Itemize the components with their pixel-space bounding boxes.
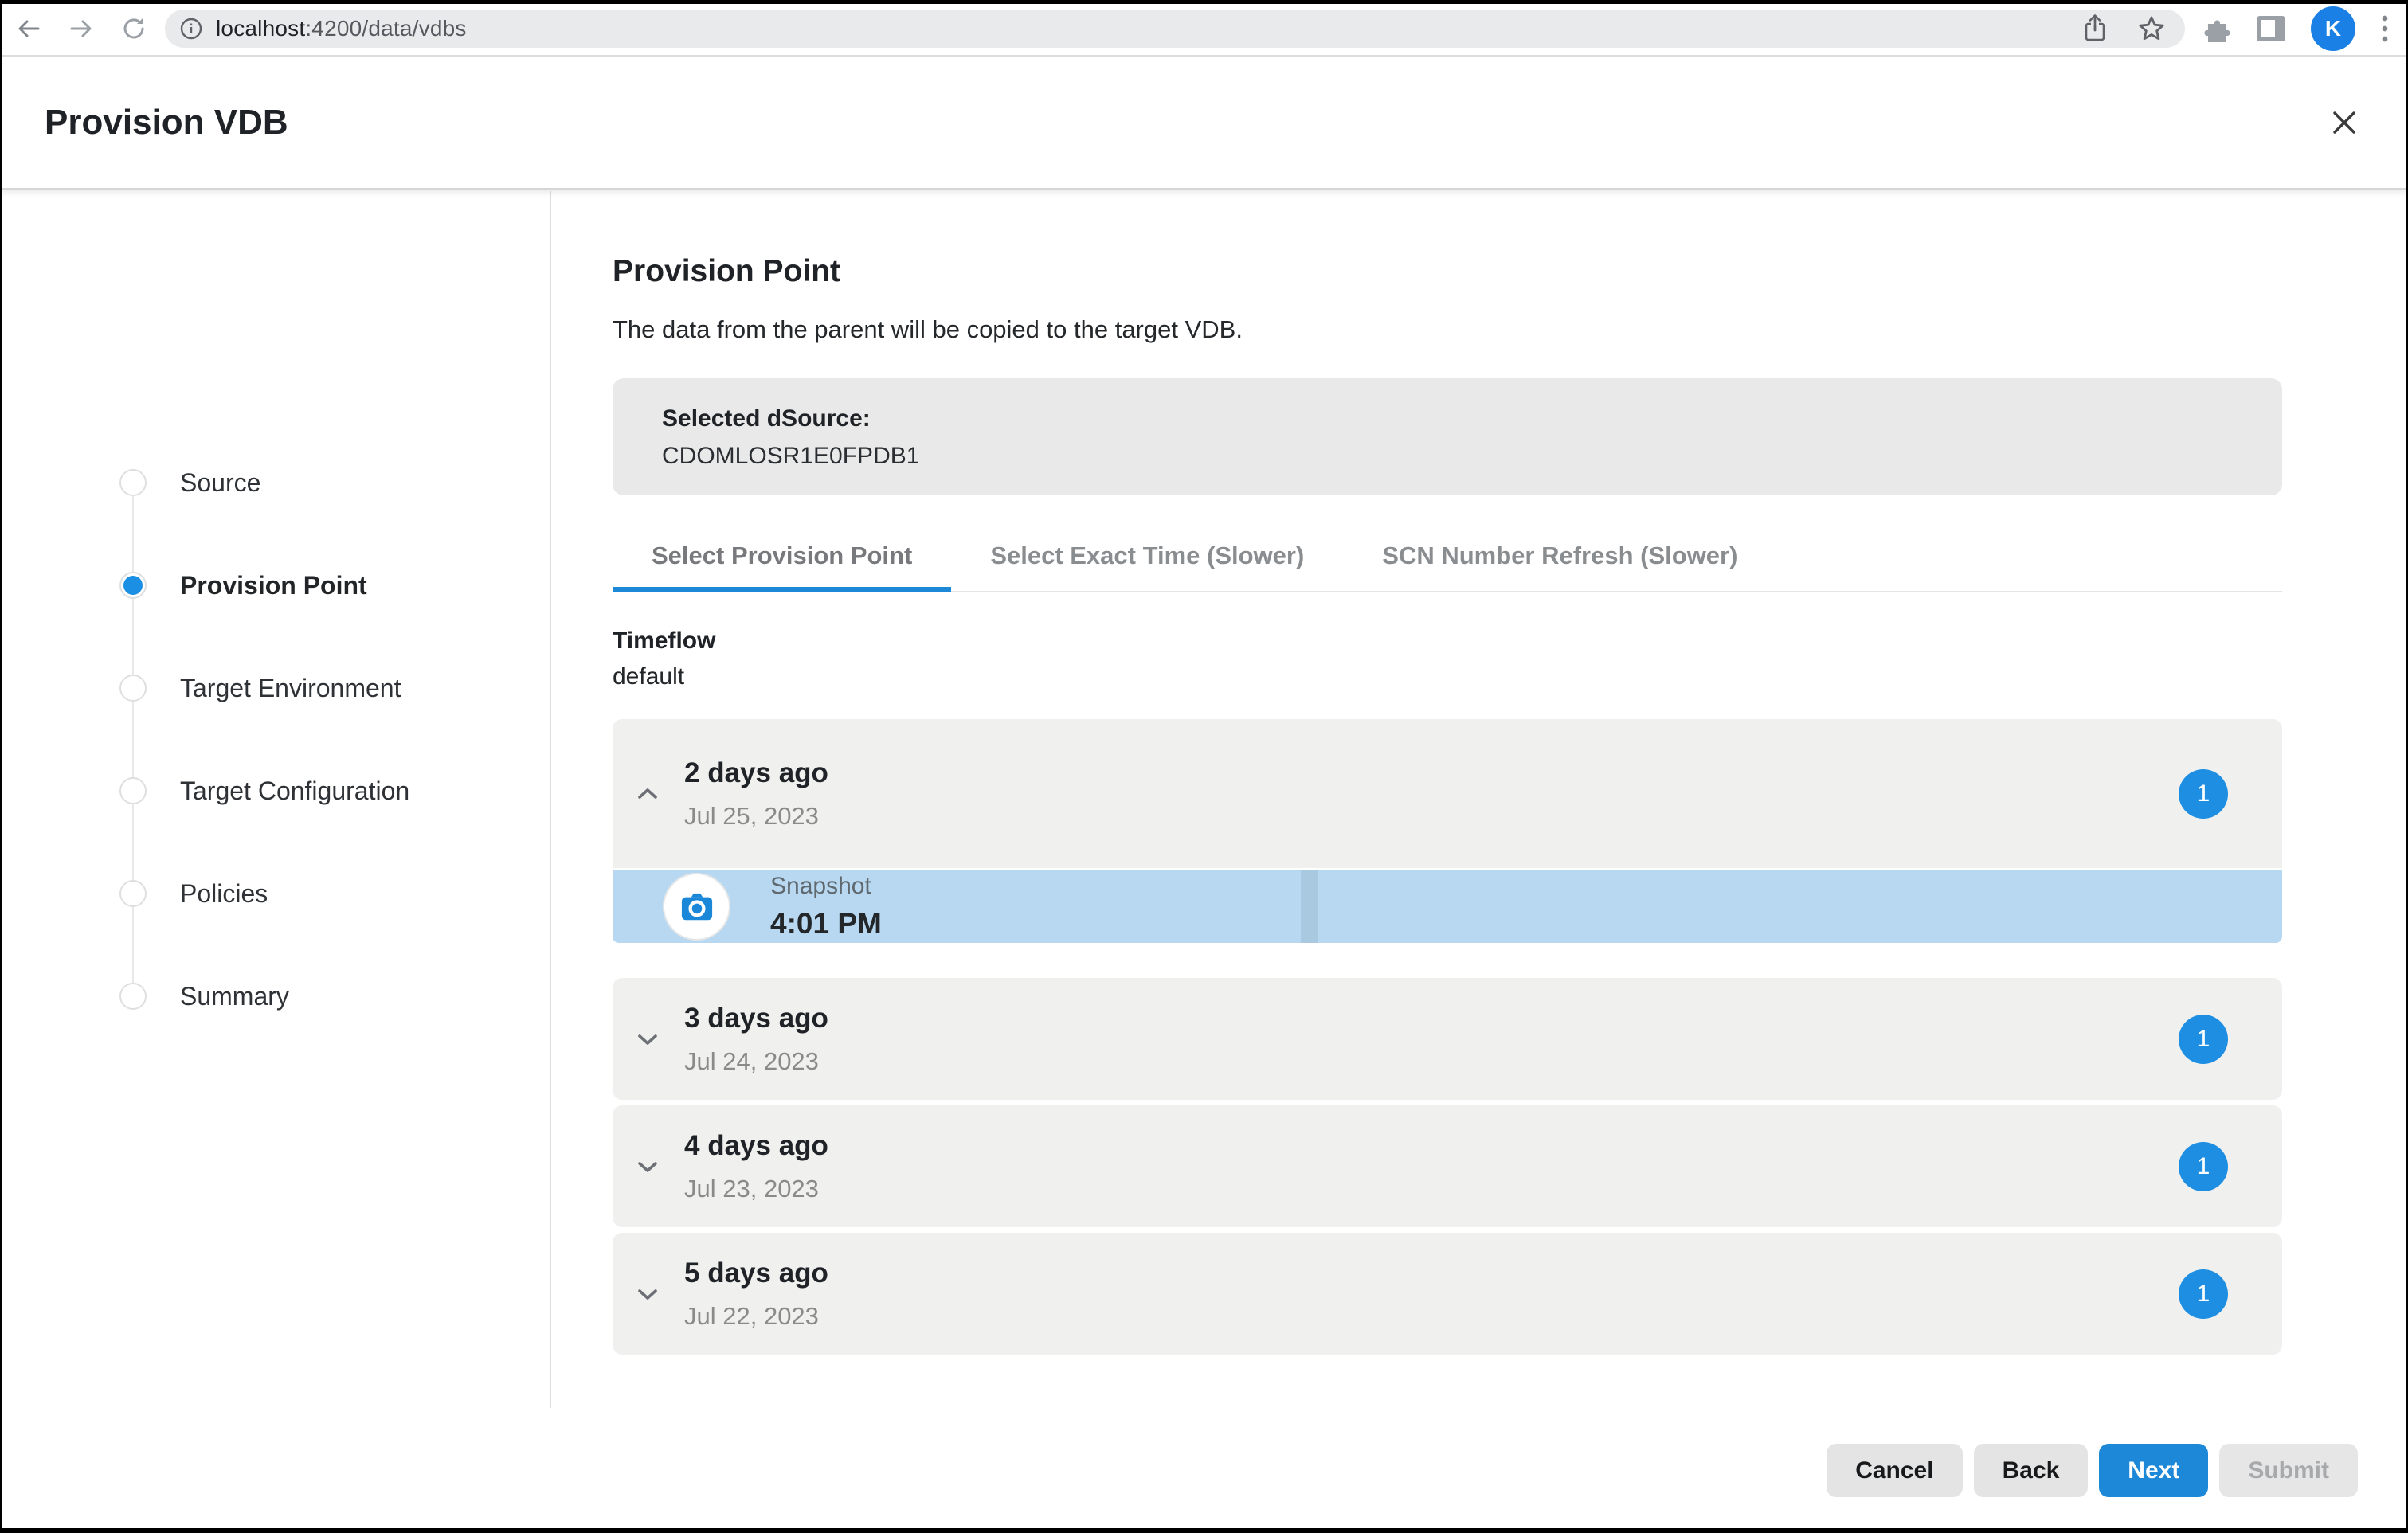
wizard-footer: Cancel Back Next Submit xyxy=(1827,1444,2358,1497)
site-info-icon[interactable] xyxy=(178,15,205,42)
dsource-value: CDOMLOSR1E0FPDB1 xyxy=(662,443,2282,470)
dsource-label: Selected dSource: xyxy=(662,405,2282,432)
side-panel-icon[interactable] xyxy=(2255,14,2287,43)
stepper-connector-line xyxy=(132,483,134,996)
step-label: Provision Point xyxy=(180,571,367,600)
step-summary[interactable]: Summary xyxy=(119,982,289,1011)
browser-toolbar: localhost:4200/data/vdbs K xyxy=(0,0,2408,57)
snapshot-group-3-days-ago: 3 days ago Jul 24, 2023 1 xyxy=(613,978,2282,1100)
chevron-down-icon xyxy=(636,1160,659,1174)
snapshot-group-2-days-ago: 2 days ago Jul 25, 2023 1 Snapshot 4:01 … xyxy=(613,719,2282,943)
group-date: Jul 23, 2023 xyxy=(684,1175,828,1203)
step-policies[interactable]: Policies xyxy=(119,879,268,908)
snapshot-group-5-days-ago: 5 days ago Jul 22, 2023 1 xyxy=(613,1233,2282,1355)
timeline-strip xyxy=(1301,870,1318,943)
extensions-puzzle-icon[interactable] xyxy=(2199,13,2231,45)
snapshot-group-4-days-ago: 4 days ago Jul 23, 2023 1 xyxy=(613,1105,2282,1227)
next-button[interactable]: Next xyxy=(2099,1444,2208,1497)
camera-icon xyxy=(663,873,730,941)
main-content: Provision Point The data from the parent… xyxy=(613,190,2282,1355)
provision-tabs: Select Provision Point Select Exact Time… xyxy=(613,542,2282,592)
page-title: Provision Point xyxy=(613,256,2282,287)
step-label: Target Configuration xyxy=(180,776,409,806)
browser-back-button[interactable] xyxy=(14,14,43,43)
snapshot-count-badge: 1 xyxy=(2179,769,2228,819)
snapshot-item-selected[interactable]: Snapshot 4:01 PM xyxy=(613,870,2282,943)
step-circle xyxy=(119,469,147,496)
step-label: Source xyxy=(180,468,260,498)
timeflow-section: Timeflow default xyxy=(613,628,2282,690)
group-title: 4 days ago xyxy=(684,1130,828,1162)
share-icon[interactable] xyxy=(2081,13,2108,45)
close-button[interactable] xyxy=(2325,104,2363,142)
tab-scn-number-refresh[interactable]: SCN Number Refresh (Slower) xyxy=(1343,542,1776,591)
step-circle xyxy=(119,777,147,804)
sidebar-divider xyxy=(550,191,551,1408)
group-header[interactable]: 2 days ago Jul 25, 2023 1 xyxy=(613,719,2282,868)
step-target-configuration[interactable]: Target Configuration xyxy=(119,776,409,805)
group-header[interactable]: 4 days ago Jul 23, 2023 1 xyxy=(613,1105,2282,1227)
timeflow-label: Timeflow xyxy=(613,628,2282,655)
group-header[interactable]: 5 days ago Jul 22, 2023 1 xyxy=(613,1233,2282,1355)
group-header[interactable]: 3 days ago Jul 24, 2023 1 xyxy=(613,978,2282,1100)
step-circle xyxy=(119,880,147,907)
step-label: Policies xyxy=(180,879,268,909)
step-source[interactable]: Source xyxy=(119,468,260,497)
chevron-up-icon xyxy=(636,787,659,801)
snapshot-group-list: 2 days ago Jul 25, 2023 1 Snapshot 4:01 … xyxy=(613,719,2282,1355)
address-bar[interactable]: localhost:4200/data/vdbs xyxy=(165,10,2185,48)
group-date: Jul 22, 2023 xyxy=(684,1302,828,1331)
step-label: Summary xyxy=(180,982,289,1011)
step-circle xyxy=(119,675,147,702)
tab-select-provision-point[interactable]: Select Provision Point xyxy=(613,542,951,592)
group-date: Jul 25, 2023 xyxy=(684,802,828,831)
url-text: localhost:4200/data/vdbs xyxy=(216,16,467,41)
chevron-down-icon xyxy=(636,1287,659,1301)
dialog-title: Provision VDB xyxy=(45,103,288,143)
group-title: 3 days ago xyxy=(684,1003,828,1034)
browser-forward-button[interactable] xyxy=(67,14,96,43)
submit-button[interactable]: Submit xyxy=(2219,1444,2358,1497)
group-date: Jul 24, 2023 xyxy=(684,1047,828,1076)
page-description: The data from the parent will be copied … xyxy=(613,317,2282,342)
step-circle xyxy=(119,983,147,1010)
group-title: 2 days ago xyxy=(684,757,828,789)
back-button[interactable]: Back xyxy=(1974,1444,2089,1497)
snapshot-count-badge: 1 xyxy=(2179,1269,2228,1319)
step-provision-point[interactable]: Provision Point xyxy=(119,571,367,600)
step-target-environment[interactable]: Target Environment xyxy=(119,674,401,702)
chevron-down-icon xyxy=(636,1032,659,1046)
wizard-stepper: Source Provision Point Target Environmen… xyxy=(0,191,550,1409)
step-circle-active xyxy=(119,572,147,599)
tab-select-exact-time[interactable]: Select Exact Time (Slower) xyxy=(951,542,1343,591)
cancel-button[interactable]: Cancel xyxy=(1827,1444,1962,1497)
snapshot-time: 4:01 PM xyxy=(770,907,882,941)
snapshot-count-badge: 1 xyxy=(2179,1015,2228,1064)
bookmark-star-icon[interactable] xyxy=(2136,13,2167,45)
browser-reload-button[interactable] xyxy=(119,14,148,43)
group-title: 5 days ago xyxy=(684,1257,828,1289)
step-label: Target Environment xyxy=(180,674,401,703)
snapshot-type-label: Snapshot xyxy=(770,873,882,900)
timeflow-value: default xyxy=(613,663,2282,690)
dialog-header: Provision VDB xyxy=(0,57,2408,190)
browser-profile-avatar[interactable]: K xyxy=(2311,6,2355,51)
selected-dsource-box: Selected dSource: CDOMLOSR1E0FPDB1 xyxy=(613,378,2282,495)
snapshot-count-badge: 1 xyxy=(2179,1142,2228,1191)
browser-menu-kebab-icon[interactable] xyxy=(2379,11,2390,46)
